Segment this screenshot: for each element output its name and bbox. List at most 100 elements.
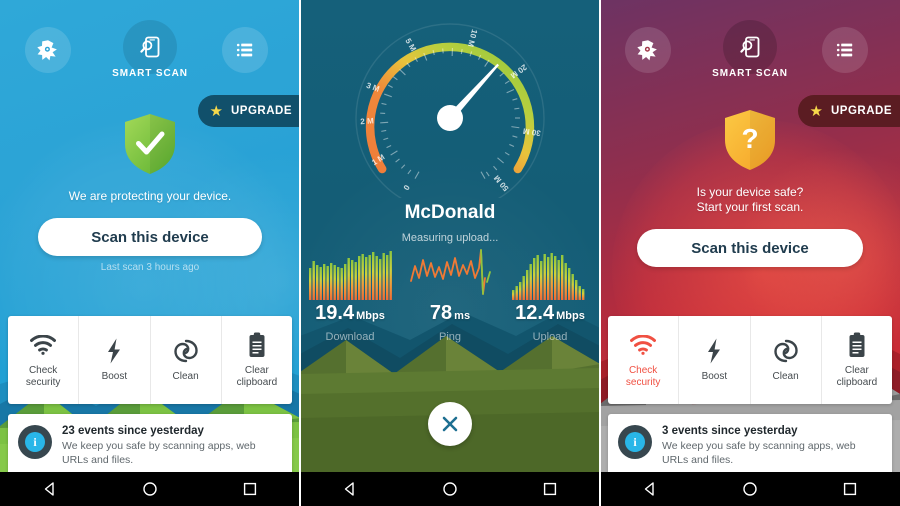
hero-message-line2: Start your first scan. [696, 200, 804, 214]
tool-boost[interactable]: Boost [679, 316, 751, 404]
smart-scan-label: SMART SCAN [112, 68, 188, 79]
smart-scan-label: SMART SCAN [712, 68, 788, 79]
nav-recents-button[interactable] [530, 472, 570, 506]
speed-gauge: 0 1 M 2 M 3 M 5 M 10 M 20 M 30 M 50 M [355, 23, 545, 198]
shield-check-icon [125, 114, 175, 174]
nav-back-button[interactable] [330, 472, 370, 506]
hero-message-line1: Is your device safe? [696, 185, 804, 199]
scan-device-button[interactable]: Scan this device [637, 229, 863, 267]
screenshot-stage: SMART SCAN ★ UPGRADE We are protecting y… [0, 0, 900, 506]
upload-label: Upload [532, 331, 568, 343]
scan-device-label: Scan this device [91, 228, 209, 246]
tools-card: Check security Boost Clean Clear clipboa… [8, 316, 292, 404]
avast-logo-button[interactable] [625, 27, 671, 73]
android-nav-bar [300, 472, 600, 506]
home-circle-icon [443, 482, 457, 496]
info-icon: i [18, 425, 52, 459]
nav-home-button[interactable] [730, 472, 770, 506]
avast-logo-icon [637, 40, 657, 61]
tool-check-security[interactable]: Check security [608, 316, 680, 404]
recents-square-icon [543, 482, 557, 496]
svg-text:30 M: 30 M [522, 126, 541, 137]
info-text: 3 events since yesterday We keep you saf… [662, 425, 882, 467]
menu-button[interactable] [822, 27, 868, 73]
gauge-hub [437, 105, 463, 131]
tool-label: Clean [172, 370, 199, 382]
android-nav-bar [0, 472, 300, 506]
avast-logo-icon [37, 40, 57, 61]
recents-square-icon [843, 482, 857, 496]
home-circle-icon [743, 482, 757, 496]
tool-label: Clear clipboard [836, 364, 878, 388]
close-button[interactable] [428, 402, 472, 446]
avast-logo-button[interactable] [25, 27, 71, 73]
panel-speedtest: 0 1 M 2 M 3 M 5 M 10 M 20 M 30 M 50 M Mc… [300, 0, 600, 506]
tool-clear-clipboard[interactable]: Clear clipboard [222, 316, 292, 404]
ping-sparkline [400, 248, 500, 300]
info-text: 23 events since yesterday We keep you sa… [62, 425, 282, 467]
wifi-ssid: McDonald [404, 202, 496, 223]
phone-scan-icon [740, 36, 760, 58]
clipboard-icon [247, 332, 267, 358]
home-circle-icon [143, 482, 157, 496]
back-triangle-icon [644, 482, 654, 496]
back-triangle-icon [44, 482, 54, 496]
nav-home-button[interactable] [130, 472, 170, 506]
info-body: We keep you safe by scanning apps, web U… [62, 440, 256, 466]
clean-swirl-icon [173, 338, 199, 364]
events-info-card[interactable]: i 23 events since yesterday We keep you … [8, 414, 292, 478]
top-bar: SMART SCAN [0, 0, 300, 92]
measuring-status: Measuring upload... [401, 232, 499, 244]
metric-download: 19.4 Mbps Download [300, 248, 400, 343]
scan-device-button[interactable]: Scan this device [38, 218, 262, 256]
download-label: Download [325, 331, 375, 343]
events-info-card[interactable]: i 3 events since yesterday We keep you s… [608, 414, 892, 478]
upgrade-button[interactable]: ★ UPGRADE [797, 95, 900, 127]
shield-question-icon: ? [725, 110, 775, 170]
metric-upload: 12.4 Mbps Upload [500, 248, 600, 343]
last-scan-text: Last scan 3 hours ago [100, 262, 200, 273]
nav-back-button[interactable] [30, 472, 70, 506]
tool-label: Check security [25, 364, 61, 388]
panel-divider-1 [299, 0, 301, 506]
star-icon: ★ [209, 102, 223, 120]
metric-ping: 78 ms Ping [400, 248, 500, 343]
tool-label: Clean [772, 370, 799, 382]
nav-back-button[interactable] [630, 472, 670, 506]
nav-recents-button[interactable] [230, 472, 270, 506]
download-sparkline [300, 248, 400, 300]
upload-sparkline [500, 248, 600, 300]
menu-button[interactable] [222, 27, 268, 73]
hero-message: We are protecting your device. [68, 189, 232, 203]
hero-section: We are protecting your device. Scan this… [0, 112, 300, 273]
nav-home-button[interactable] [430, 472, 470, 506]
tool-clear-clipboard[interactable]: Clear clipboard [822, 316, 892, 404]
phone-scan-icon [140, 36, 160, 58]
tool-boost[interactable]: Boost [79, 316, 151, 404]
close-x-icon [442, 416, 458, 432]
scan-device-label: Scan this device [691, 239, 809, 257]
download-value: 19.4 Mbps [315, 302, 385, 324]
svg-text:10 M: 10 M [466, 28, 479, 48]
tool-clean[interactable]: Clean [151, 316, 222, 404]
tool-label: Boost [101, 370, 128, 382]
top-bar: SMART SCAN [600, 0, 900, 92]
ping-label: Ping [438, 331, 462, 343]
hero-section: ? Is your device safe? Start your first … [600, 108, 900, 267]
info-body: We keep you safe by scanning apps, web U… [662, 440, 856, 466]
info-title: 3 events since yesterday [662, 425, 798, 437]
smart-scan-button[interactable] [123, 20, 177, 74]
wifi-icon [630, 332, 657, 358]
tool-check-security[interactable]: Check security [8, 316, 80, 404]
panel-protected: SMART SCAN ★ UPGRADE We are protecting y… [0, 0, 300, 506]
tools-card: Check security Boost Clean Clear clipboa… [608, 316, 892, 404]
nav-recents-button[interactable] [830, 472, 870, 506]
upgrade-button[interactable]: ★ UPGRADE [197, 95, 300, 127]
tool-label: Check security [625, 364, 661, 388]
panel-divider-2 [599, 0, 601, 506]
list-menu-icon [236, 43, 253, 57]
smart-scan-button[interactable] [723, 20, 777, 74]
panel-unsafe: SMART SCAN ★ UPGRADE ? Is your device sa… [600, 0, 900, 506]
tool-clean[interactable]: Clean [751, 316, 822, 404]
upload-value: 12.4 Mbps [515, 302, 585, 324]
